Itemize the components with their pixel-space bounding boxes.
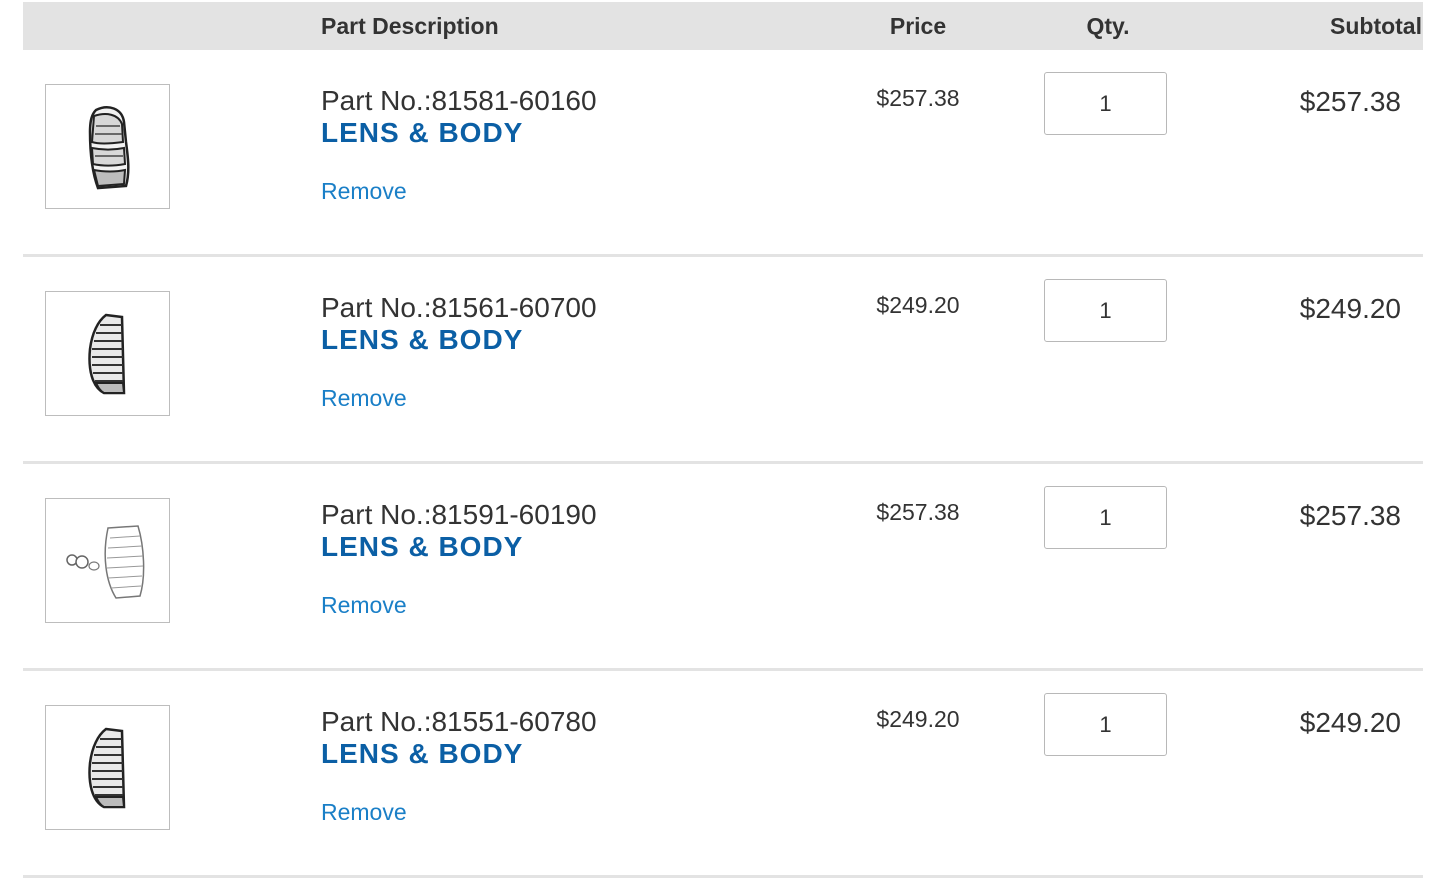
cart-row: Part No.:81581-60160 LENS & BODY Remove …: [23, 50, 1423, 257]
header-subtotal: Subtotal: [1330, 13, 1422, 39]
part-name-link[interactable]: LENS & BODY: [321, 531, 523, 563]
part-image[interactable]: [45, 84, 170, 209]
part-number: Part No.:81581-60160: [321, 85, 597, 116]
item-price: $249.20: [876, 706, 960, 732]
remove-link[interactable]: Remove: [321, 799, 407, 826]
part-number: Part No.:81551-60780: [321, 706, 597, 737]
cart-row: Part No.:81551-60780 LENS & BODY Remove …: [23, 671, 1423, 878]
cart-row: Part No.:81591-60190 LENS & BODY Remove …: [23, 464, 1423, 671]
qty-input[interactable]: [1044, 693, 1167, 756]
tail-lamp-side-icon: [87, 727, 125, 808]
qty-input[interactable]: [1044, 279, 1167, 342]
part-name-link[interactable]: LENS & BODY: [321, 117, 523, 149]
part-name-link[interactable]: LENS & BODY: [321, 324, 523, 356]
part-name-link[interactable]: LENS & BODY: [321, 738, 523, 770]
cart-row: Part No.:81561-60700 LENS & BODY Remove …: [23, 257, 1423, 464]
part-number: Part No.:81591-60190: [321, 499, 597, 530]
part-image[interactable]: [45, 705, 170, 830]
item-subtotal: $249.20: [1299, 707, 1401, 738]
remove-link[interactable]: Remove: [321, 385, 407, 412]
cart-header: Part Description Price Qty. Subtotal: [23, 2, 1423, 50]
item-subtotal: $257.38: [1299, 86, 1401, 117]
remove-link[interactable]: Remove: [321, 592, 407, 619]
item-subtotal: $257.38: [1299, 500, 1401, 531]
part-image[interactable]: [45, 498, 170, 623]
part-image[interactable]: [45, 291, 170, 416]
tail-lamp-exploded-icon: [65, 524, 144, 599]
part-number: Part No.:81561-60700: [321, 292, 597, 323]
tail-lamp-rear-icon: [88, 105, 130, 189]
header-price: Price: [889, 13, 947, 39]
item-price: $257.38: [876, 499, 960, 525]
header-qty: Qty.: [1086, 13, 1130, 39]
qty-input[interactable]: [1044, 486, 1167, 549]
item-price: $249.20: [876, 292, 960, 318]
item-subtotal: $249.20: [1299, 293, 1401, 324]
tail-lamp-side-icon: [87, 313, 125, 394]
cart-table: Part Description Price Qty. Subtotal Par…: [23, 2, 1423, 878]
item-price: $257.38: [876, 85, 960, 111]
qty-input[interactable]: [1044, 72, 1167, 135]
remove-link[interactable]: Remove: [321, 178, 407, 205]
header-part-description: Part Description: [321, 13, 499, 39]
